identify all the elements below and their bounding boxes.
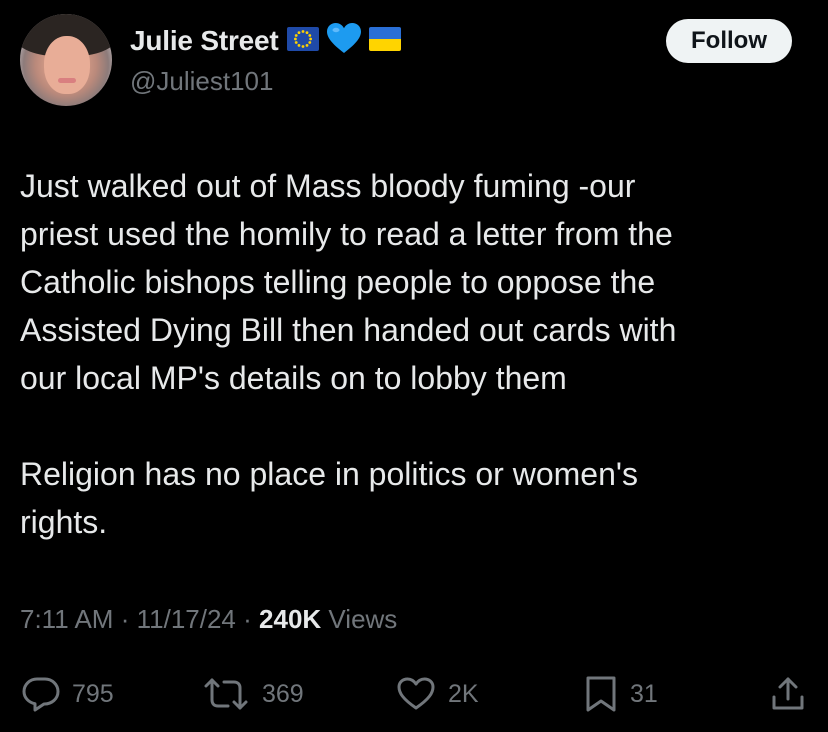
- bookmark-count: 31: [630, 679, 658, 708]
- tweet-text-line: priest used the homily to read a letter …: [20, 216, 673, 252]
- bookmark-button[interactable]: 31: [584, 672, 658, 716]
- meta-separator: ·: [243, 604, 252, 634]
- action-bar: 795 369 2K 31: [0, 672, 828, 716]
- author-avatar[interactable]: [20, 14, 112, 106]
- tweet-text-line: Just walked out of Mass bloody fuming -o…: [20, 168, 636, 204]
- share-icon: [770, 675, 806, 713]
- meta-separator: ·: [120, 604, 130, 634]
- repost-count: 369: [262, 679, 304, 708]
- tweet-text-line: our local MP's details on to lobby them: [20, 360, 567, 396]
- like-count: 2K: [448, 679, 479, 708]
- share-button[interactable]: [770, 672, 806, 716]
- reply-button[interactable]: 795: [22, 672, 114, 716]
- tweet-time[interactable]: 7:11 AM: [20, 604, 113, 634]
- tweet-text-line: Assisted Dying Bill then handed out card…: [20, 312, 677, 348]
- blue-heart-icon: [326, 22, 361, 60]
- tweet-text-line: Religion has no place in politics or wom…: [20, 456, 638, 492]
- views-count: 240K: [259, 604, 322, 634]
- author-name-row: Julie Street: [130, 22, 401, 60]
- repost-icon: [202, 676, 250, 712]
- tweet-meta: 7:11 AM · 11/17/24 · 240K Views: [20, 604, 397, 635]
- reply-count: 795: [72, 679, 114, 708]
- tweet-date[interactable]: 11/17/24: [137, 604, 236, 634]
- tweet-text-line: rights.: [20, 504, 108, 540]
- follow-button[interactable]: Follow: [666, 19, 792, 63]
- author-display-name[interactable]: Julie Street: [130, 25, 279, 57]
- avatar-face: [44, 36, 90, 94]
- ukraine-flag-icon: [368, 26, 401, 56]
- author-handle[interactable]: @Juliest101: [130, 66, 273, 97]
- repost-button[interactable]: 369: [202, 672, 304, 716]
- heart-icon: [396, 676, 436, 712]
- reply-icon: [22, 676, 60, 712]
- views-label: Views: [328, 604, 398, 634]
- eu-flag-icon: [286, 26, 319, 56]
- bookmark-icon: [584, 675, 618, 713]
- tweet-text: Just walked out of Mass bloody fuming -o…: [20, 162, 810, 546]
- avatar-lips: [58, 78, 76, 83]
- tweet-text-line: Catholic bishops telling people to oppos…: [20, 264, 656, 300]
- like-button[interactable]: 2K: [396, 672, 479, 716]
